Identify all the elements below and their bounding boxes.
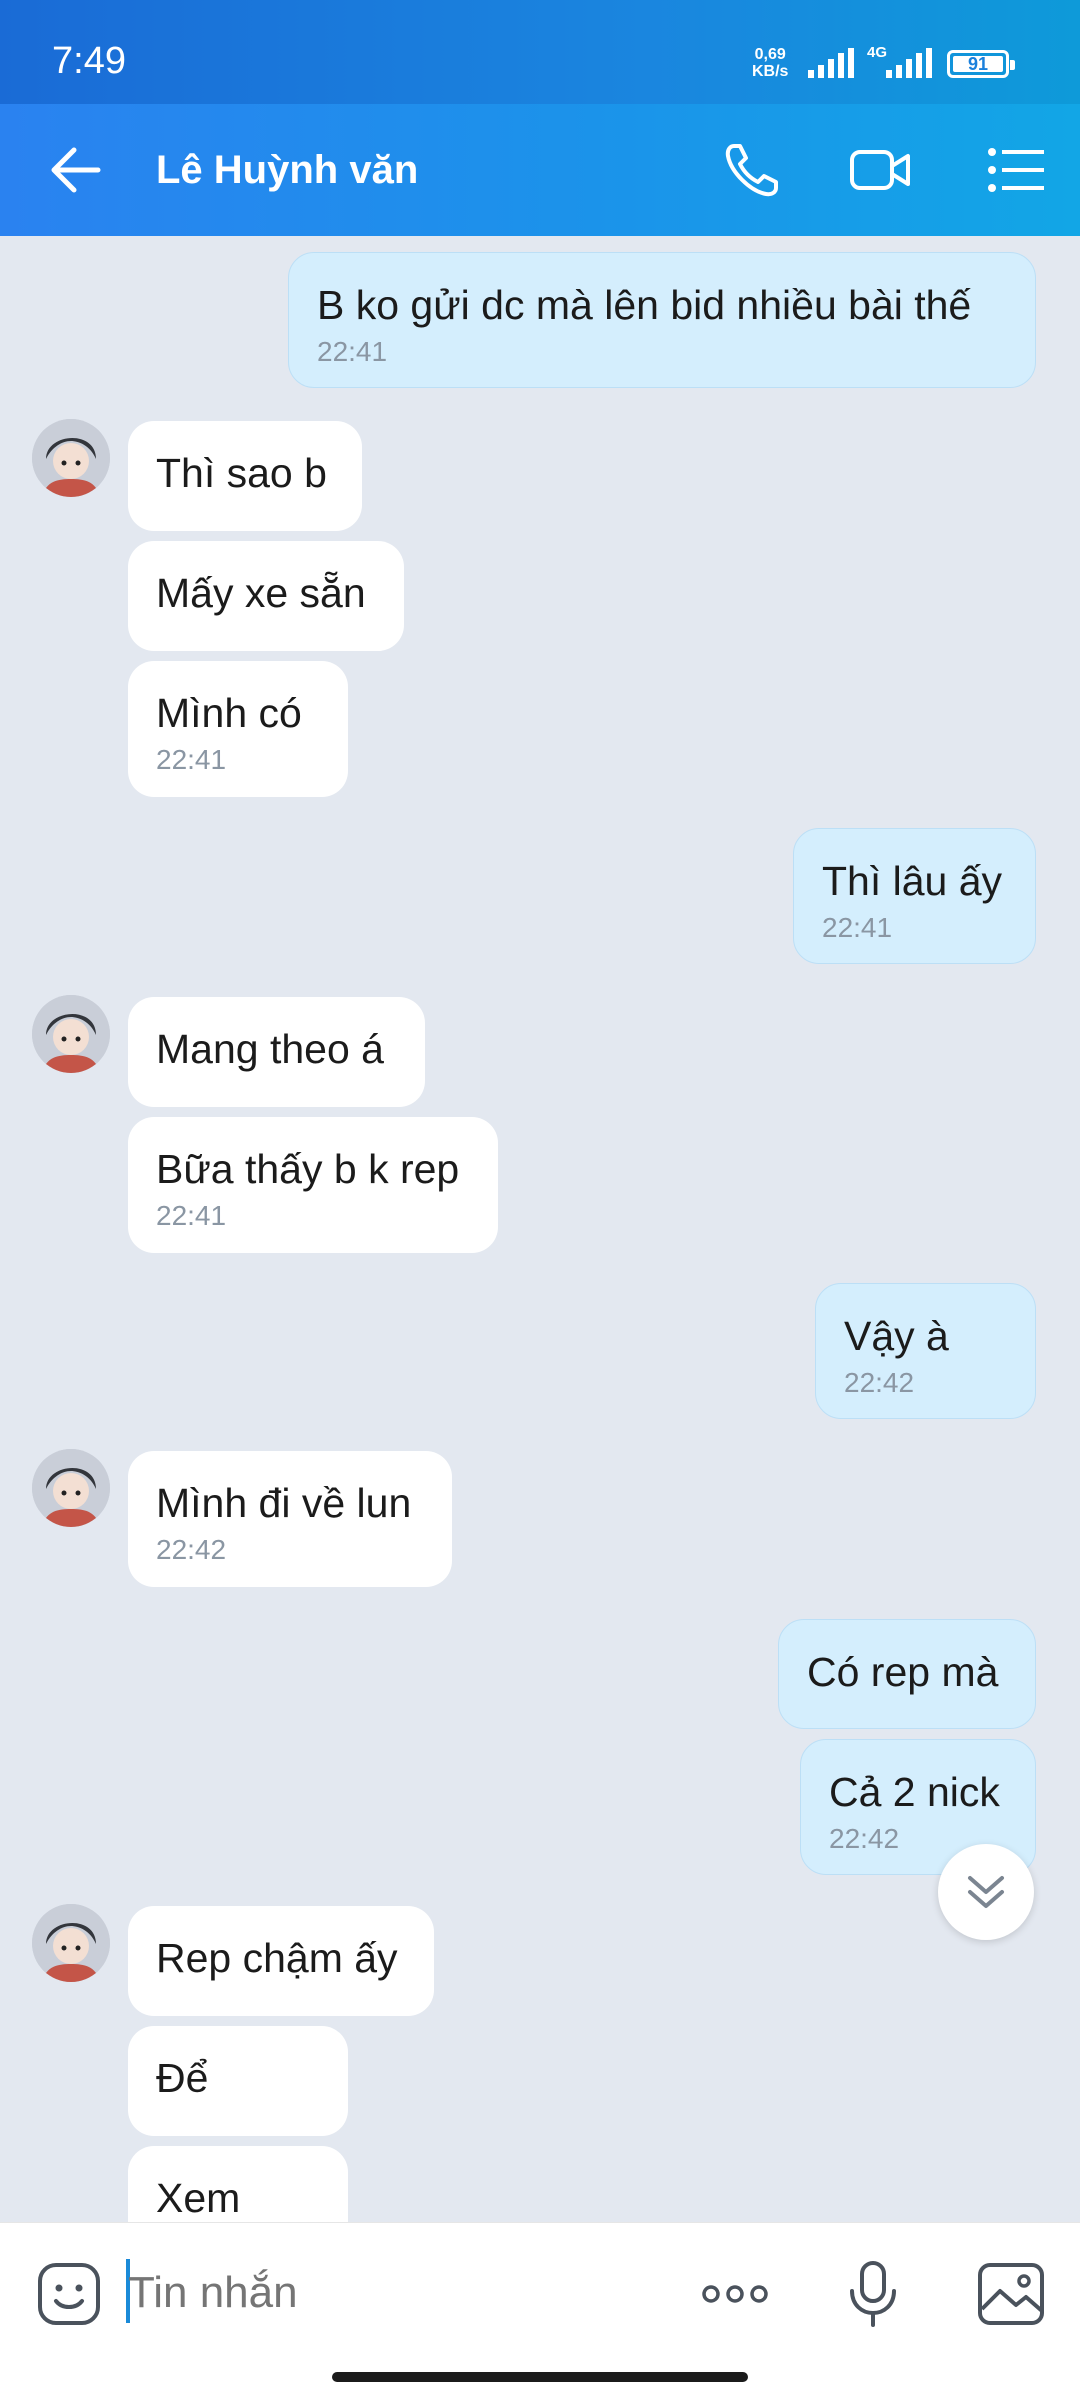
message-list[interactable]: B ko gửi dc mà lên bid nhiều bài thế 22:… (0, 236, 1080, 2222)
signal-strength-icon (808, 48, 854, 78)
back-arrow-icon[interactable] (46, 140, 106, 200)
net-speed: 0,69 KB/s (752, 46, 789, 80)
message-bubble-incoming[interactable]: Mang theo á (128, 997, 425, 1107)
message-bubble-outgoing[interactable]: Có rep mà (778, 1619, 1036, 1729)
contact-avatar[interactable] (32, 995, 110, 1073)
message-bubble-incoming[interactable]: Rep chậm ấy (128, 1906, 434, 2016)
message-bubble-outgoing[interactable]: Vậy à 22:42 (815, 1283, 1036, 1419)
microphone-icon[interactable] (838, 2259, 908, 2329)
message-bubble-incoming[interactable]: Bữa thấy b k rep 22:41 (128, 1117, 498, 1253)
image-gallery-icon[interactable] (976, 2259, 1046, 2329)
contact-avatar[interactable] (32, 1904, 110, 1982)
signal-strength-icon-2 (886, 48, 932, 78)
contact-name[interactable]: Lê Huỳnh văn (156, 148, 418, 193)
contact-avatar[interactable] (32, 419, 110, 497)
video-call-icon[interactable] (848, 138, 912, 202)
chat-header: Lê Huỳnh văn (0, 104, 1080, 236)
double-chevron-down-icon (968, 1876, 1004, 1908)
message-bubble-incoming[interactable]: Để (128, 2026, 348, 2136)
menu-list-icon[interactable] (984, 138, 1048, 202)
contact-avatar[interactable] (32, 1449, 110, 1527)
scroll-to-bottom-button[interactable] (938, 1844, 1034, 1940)
status-bar: 7:49 0,69 KB/s 4G 91 (0, 0, 1080, 104)
message-input[interactable] (128, 2261, 648, 2325)
message-bubble-incoming[interactable]: Mấy xe sẵn (128, 541, 404, 651)
message-bubble-incoming[interactable]: Xem (128, 2146, 348, 2222)
message-bubble-incoming[interactable]: Mình có 22:41 (128, 661, 348, 797)
message-bubble-outgoing[interactable]: Thì lâu ấy 22:41 (793, 828, 1036, 964)
more-options-icon[interactable] (700, 2259, 770, 2329)
message-bubble-outgoing[interactable]: B ko gửi dc mà lên bid nhiều bài thế 22:… (288, 252, 1036, 388)
phone-icon[interactable] (720, 138, 784, 202)
sticker-icon[interactable] (36, 2261, 102, 2327)
message-bubble-incoming[interactable]: Thì sao b (128, 421, 362, 531)
battery-icon: 91 (947, 50, 1015, 78)
message-bubble-incoming[interactable]: Mình đi về lun 22:42 (128, 1451, 452, 1587)
home-indicator[interactable] (332, 2372, 748, 2382)
status-time: 7:49 (52, 40, 126, 82)
